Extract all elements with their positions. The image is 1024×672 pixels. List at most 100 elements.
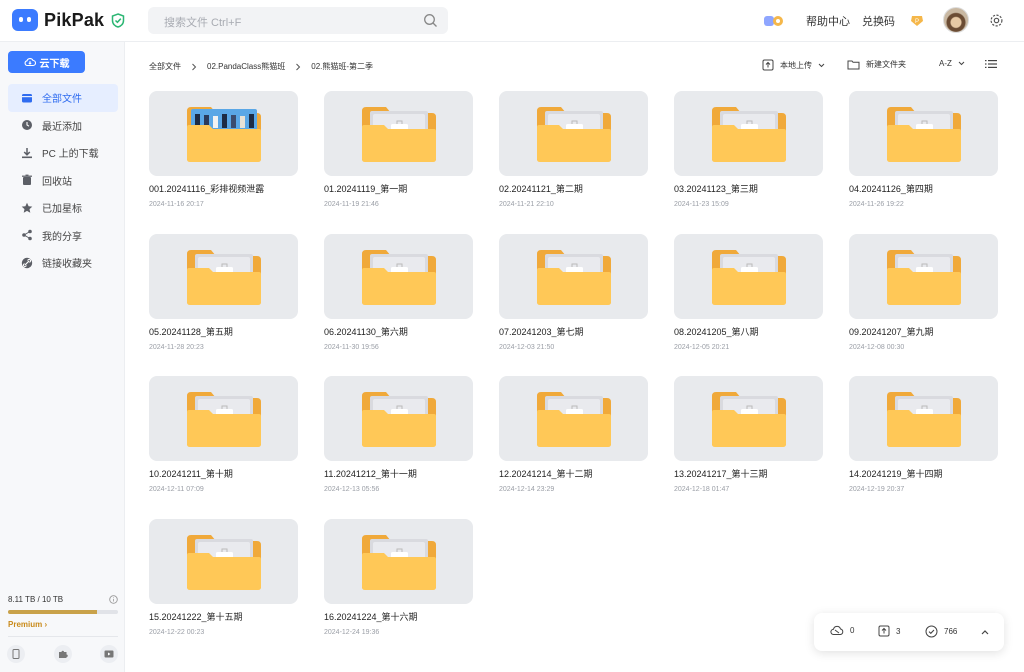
sidebar-item-starred[interactable]: 已加星标 [8,194,118,222]
cloud-download-label: 云下载 [39,58,70,70]
folder-thumbnail[interactable] [149,376,298,461]
tv-app-button[interactable] [100,645,118,663]
folder-card[interactable]: 16.20241224_第十六期 2024-12-24 19:36 [324,518,473,636]
sidebar-item-recent[interactable]: 最近添加 [8,112,118,140]
folder-thumbnail[interactable] [674,376,823,461]
folder-thumbnail[interactable] [849,376,998,461]
sort-dropdown[interactable]: A-Z [939,59,965,68]
file-name[interactable]: 01.20241119_第一期 [324,182,473,195]
file-name[interactable]: 04.20241126_第四期 [849,182,998,195]
chevron-up-icon[interactable] [981,629,989,635]
folder-thumbnail[interactable] [499,376,648,461]
file-name[interactable]: 10.20241211_第十期 [149,467,298,480]
robot-logo-icon [12,9,38,31]
breadcrumb-item-root[interactable]: 全部文件 [149,61,181,72]
folder-thumbnail[interactable] [324,376,473,461]
folder-thumbnail[interactable] [849,233,998,319]
file-name[interactable]: 15.20241222_第十五期 [149,610,298,623]
folder-card[interactable]: 15.20241222_第十五期 2024-12-22 00:23 [149,518,298,636]
folder-card[interactable]: 09.20241207_第九期 2024-12-08 00:30 [849,233,998,351]
breadcrumb-item-current: 02.熊猫班-第二季 [311,62,374,71]
breadcrumb-item-parent[interactable]: 02.PandaClass熊猫班 [207,61,285,72]
folder-thumbnail[interactable] [849,91,998,176]
file-name[interactable]: 11.20241212_第十一期 [324,467,473,480]
folder-thumbnail[interactable] [674,233,823,319]
cloud-download-button[interactable]: 云下载 [8,51,85,73]
folder-icon [362,534,436,590]
search-input[interactable]: 搜索文件 Ctrl+F [164,14,241,30]
completed-tasks-status[interactable]: 766 [925,625,957,638]
folder-thumbnail[interactable] [324,518,473,604]
folder-thumbnail[interactable] [674,91,823,176]
shield-check-icon[interactable] [111,13,125,28]
folder-thumbnail[interactable] [499,91,648,176]
folder-thumbnail[interactable] [149,91,298,176]
new-folder-button[interactable]: 新建文件夹 [847,59,906,70]
user-avatar[interactable] [943,7,969,33]
file-date: 2024-12-08 00:30 [849,343,905,351]
redeem-code-link[interactable]: 兑换码 [862,0,895,42]
folder-card[interactable]: 10.20241211_第十期 2024-12-11 07:09 [149,376,298,493]
extension-button[interactable] [54,645,72,663]
folder-card[interactable]: 11.20241212_第十一期 2024-12-13 05:56 [324,376,473,493]
premium-link[interactable]: Premium › [8,620,118,629]
file-name[interactable]: 05.20241128_第五期 [149,325,298,338]
upload-button[interactable]: 本地上传 [762,59,825,71]
mobile-app-button[interactable] [7,645,25,663]
file-name[interactable]: 001.20241116_彩排视频泄露 [149,182,298,195]
folder-thumbnail[interactable] [324,91,473,176]
folder-card[interactable]: 001.20241116_彩排视频泄露 2024-11-16 20:17 [149,91,298,208]
folder-card[interactable]: 13.20241217_第十三期 2024-12-18 01:47 [674,376,823,493]
folder-card[interactable]: 08.20241205_第八期 2024-12-05 20:21 [674,233,823,351]
cloud-tasks-status[interactable]: 0 [830,625,854,636]
folder-icon [362,107,436,162]
transfer-status-panel[interactable]: 0 3 766 [814,613,1004,651]
brand-logo[interactable]: PikPak [12,9,104,31]
member-badges[interactable] [763,0,785,42]
folder-icon [712,392,786,447]
folder-thumbnail[interactable] [324,233,473,319]
file-name[interactable]: 03.20241123_第三期 [674,182,823,195]
file-name[interactable]: 08.20241205_第八期 [674,325,823,338]
search-icon[interactable] [423,13,438,28]
folder-thumbnail[interactable] [499,233,648,319]
search-box[interactable]: 搜索文件 Ctrl+F [148,7,448,34]
help-center-link[interactable]: 帮助中心 [806,0,850,42]
folder-thumbnail[interactable] [149,518,298,604]
gear-icon[interactable] [989,13,1004,28]
folder-card[interactable]: 05.20241128_第五期 2024-11-28 20:23 [149,233,298,351]
upload-icon [878,625,890,637]
file-name[interactable]: 16.20241224_第十六期 [324,610,473,623]
file-name[interactable]: 07.20241203_第七期 [499,325,648,338]
folder-card[interactable]: 12.20241214_第十二期 2024-12-14 23:29 [499,376,648,493]
sidebar-item-shares[interactable]: 我的分享 [8,222,118,250]
folder-card[interactable]: 03.20241123_第三期 2024-11-23 15:09 [674,91,823,208]
folder-icon [537,107,611,162]
completed-tasks-count: 766 [944,627,958,636]
sidebar-item-all-files[interactable]: 全部文件 [8,84,118,112]
folder-card[interactable]: 01.20241119_第一期 2024-11-19 21:46 [324,91,473,208]
folder-card[interactable]: 14.20241219_第十四期 2024-12-19 20:37 [849,376,998,493]
sidebar-item-label: 我的分享 [42,231,82,243]
file-name[interactable]: 13.20241217_第十三期 [674,467,823,480]
upload-tasks-status[interactable]: 3 [878,625,900,637]
folder-thumbnail[interactable] [149,233,298,319]
file-name[interactable]: 14.20241219_第十四期 [849,467,998,480]
folder-card[interactable]: 04.20241126_第四期 2024-11-26 19:22 [849,91,998,208]
info-icon[interactable] [109,595,118,604]
folder-card[interactable]: 02.20241121_第二期 2024-11-21 22:10 [499,91,648,208]
list-view-toggle[interactable] [985,59,997,69]
storage-usage[interactable]: 8.11 TB / 10 TB Premium › [8,595,118,629]
file-name[interactable]: 06.20241130_第六期 [324,325,473,338]
file-name[interactable]: 12.20241214_第十二期 [499,467,648,480]
file-name[interactable]: 09.20241207_第九期 [849,325,998,338]
sidebar-item-pc-downloads[interactable]: PC 上的下载 [8,139,118,167]
points-badge[interactable]: P [910,0,924,42]
sidebar-item-label: 最近添加 [42,121,82,133]
sidebar-item-link-favorites[interactable]: 链接收藏夹 [8,249,118,277]
folder-card[interactable]: 07.20241203_第七期 2024-12-03 21:50 [499,233,648,351]
sidebar-item-trash[interactable]: 回收站 [8,167,118,195]
folder-icon [362,249,436,305]
file-name[interactable]: 02.20241121_第二期 [499,182,648,195]
folder-card[interactable]: 06.20241130_第六期 2024-11-30 19:56 [324,233,473,351]
